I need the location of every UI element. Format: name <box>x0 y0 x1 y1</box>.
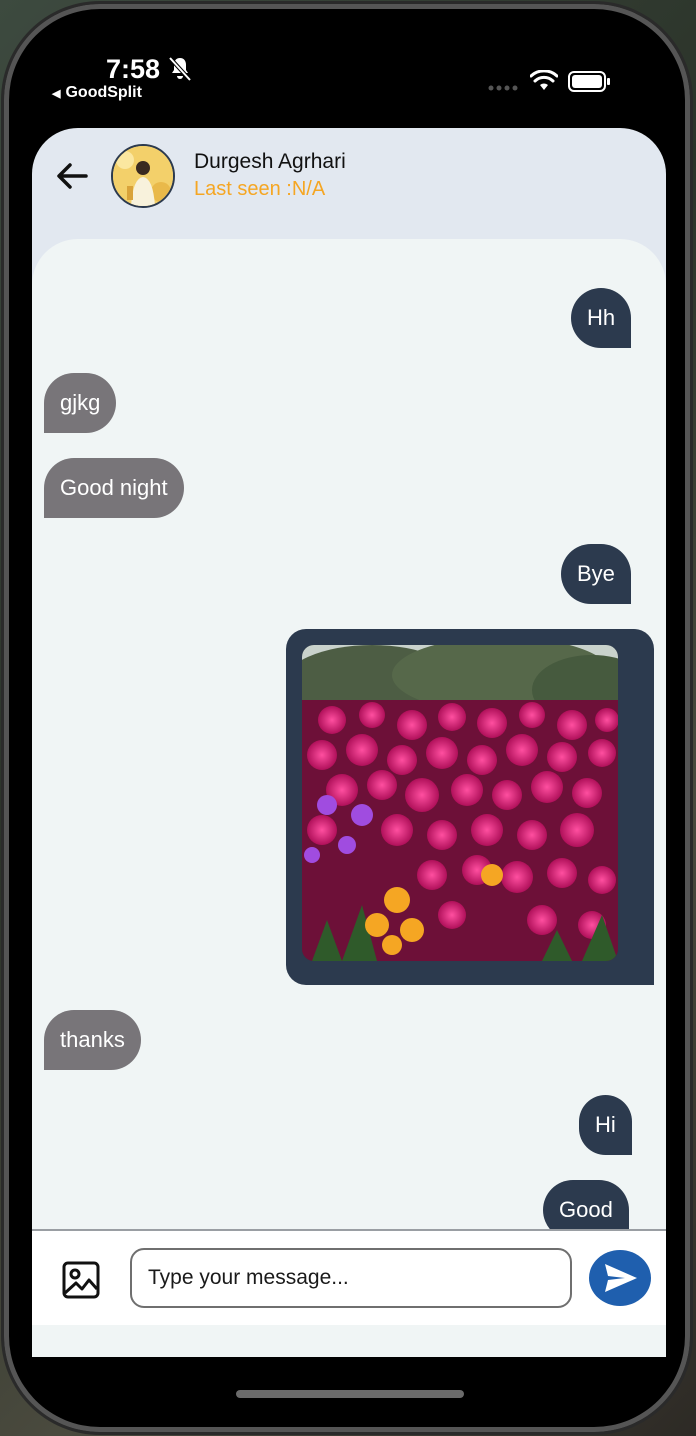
chat-header: Durgesh Agrhari Last seen :N/A <box>32 128 666 248</box>
avatar-photo <box>113 146 173 206</box>
status-time: 7:58 <box>106 54 161 84</box>
image-message-bubble[interactable] <box>286 629 654 985</box>
image-icon[interactable] <box>62 1261 100 1299</box>
last-seen-status: Last seen :N/A <box>194 178 326 200</box>
wifi-icon <box>530 70 558 90</box>
arrow-left-icon[interactable] <box>52 156 92 196</box>
message-bubble-incoming[interactable]: thanks <box>44 1010 141 1070</box>
message-bubble-outgoing[interactable]: Good <box>543 1180 629 1229</box>
back-app-label: GoodSplit <box>65 84 142 101</box>
message-bubble-incoming[interactable]: gjkg <box>44 373 117 433</box>
signal-dots <box>488 85 518 91</box>
phone-frame: 7:58 ◀ GoodSplit Durgesh Agrhari Last se… <box>4 4 690 1432</box>
app-screen: Durgesh Agrhari Last seen :N/A Hh gjkg G… <box>32 128 666 1357</box>
back-to-app-link[interactable]: ◀ GoodSplit <box>52 84 142 102</box>
bottom-safe-area <box>32 1325 666 1357</box>
message-bubble-incoming[interactable]: Good night <box>44 458 184 518</box>
bell-off-icon <box>168 56 192 82</box>
back-triangle-icon: ◀ <box>52 88 61 100</box>
send-button[interactable] <box>589 1250 651 1306</box>
home-indicator[interactable] <box>236 1390 464 1398</box>
avatar[interactable] <box>111 144 175 208</box>
chat-messages[interactable]: Hh gjkg Good night Bye thanks Hi Good <box>32 239 666 1229</box>
message-composer <box>32 1229 666 1327</box>
message-input[interactable] <box>130 1248 572 1308</box>
flower-image <box>302 645 618 961</box>
message-bubble-outgoing[interactable]: Hi <box>579 1095 632 1155</box>
message-bubble-outgoing[interactable]: Bye <box>561 544 631 604</box>
contact-name: Durgesh Agrhari <box>194 150 346 173</box>
flower-photo[interactable] <box>302 645 618 961</box>
battery-icon <box>568 71 610 92</box>
send-icon <box>605 1264 637 1292</box>
message-bubble-outgoing[interactable]: Hh <box>571 288 632 348</box>
